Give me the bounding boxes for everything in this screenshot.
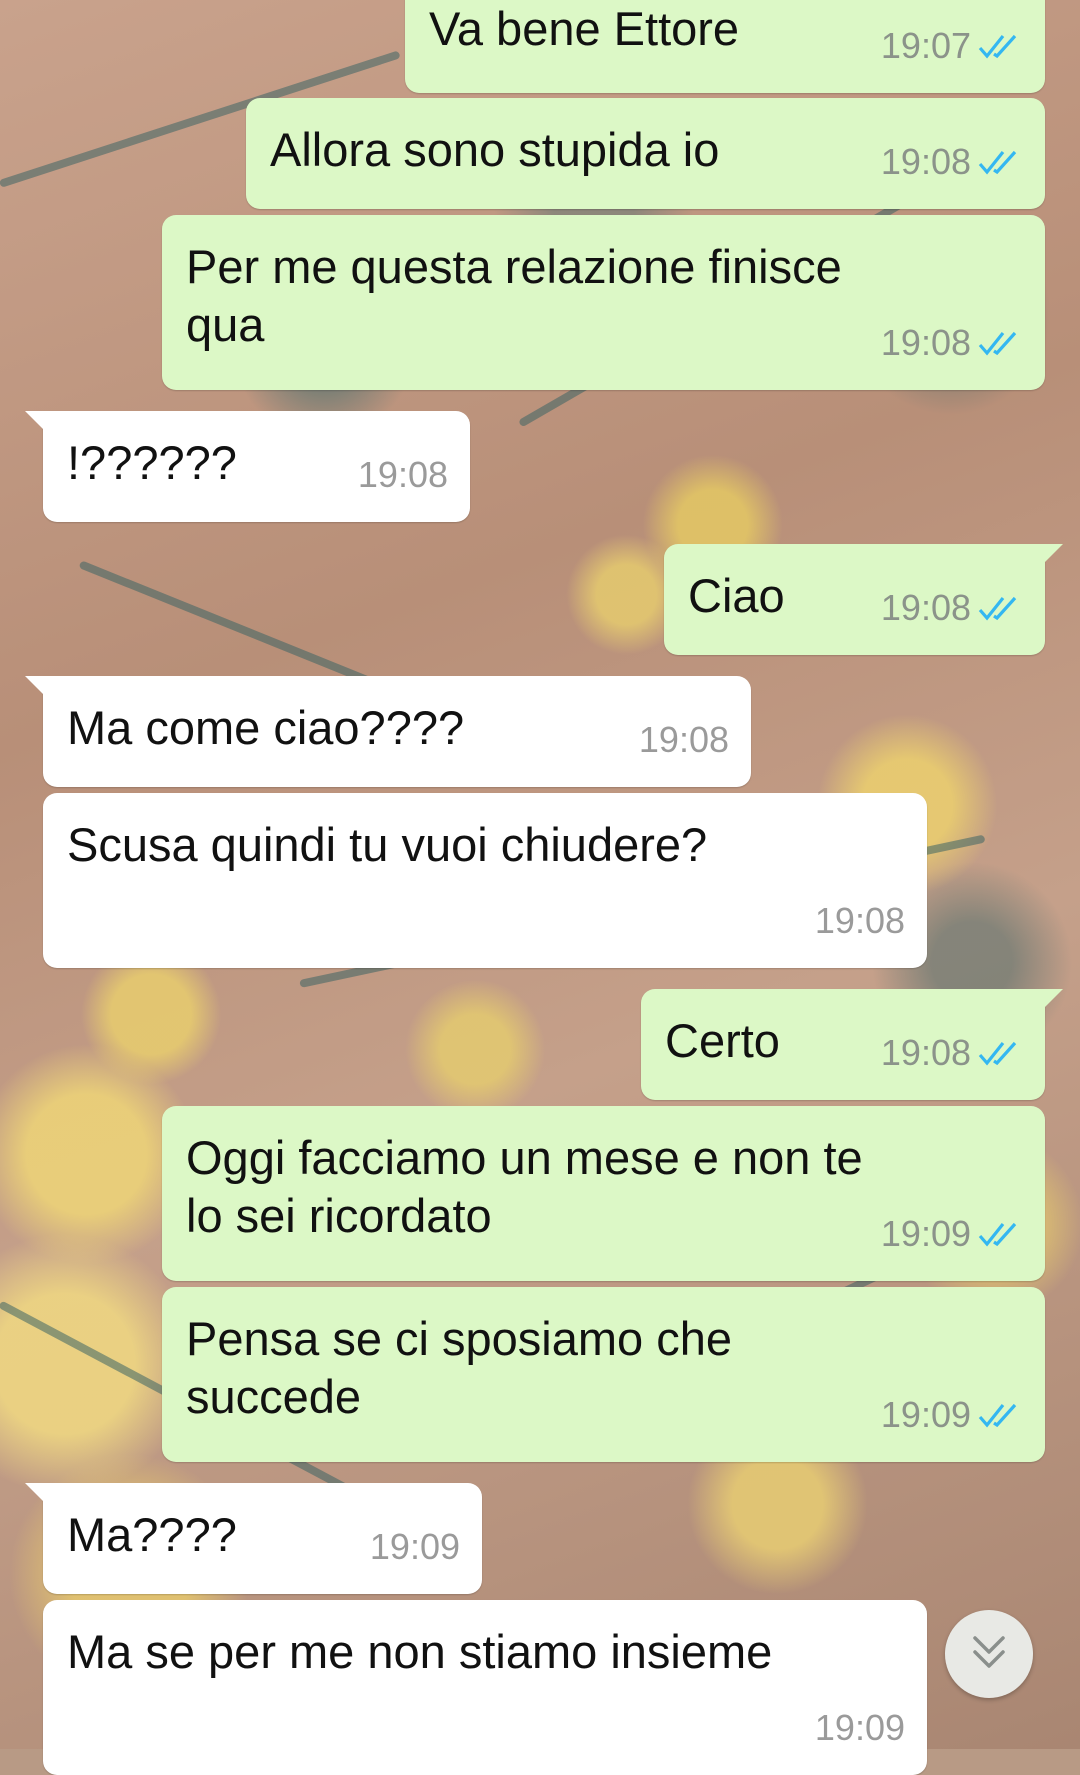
- message-text: Va bene Ettore: [429, 2, 740, 55]
- message-time: 19:08: [880, 1032, 971, 1073]
- double-check-icon: [977, 1039, 1023, 1067]
- message-time: 19:08: [880, 141, 971, 182]
- double-check-icon: [977, 329, 1023, 357]
- double-check-icon: [977, 148, 1023, 176]
- message-time: 19:09: [880, 1213, 971, 1254]
- message-time: 19:09: [814, 1707, 905, 1748]
- message-text-line: succede: [186, 1370, 362, 1423]
- message-time: 19:08: [814, 900, 905, 941]
- message-time: 19:07: [880, 25, 971, 66]
- message-text: Scusa quindi tu vuoi chiudere?: [67, 818, 708, 871]
- message-bubble-incoming[interactable]: !?????? 19:08: [25, 411, 470, 522]
- message-bubble-outgoing[interactable]: Ciao 19:08: [664, 544, 1063, 655]
- message-bubble-outgoing[interactable]: Allora sono stupida io 19:08: [246, 98, 1045, 209]
- double-check-icon: [977, 1401, 1023, 1429]
- message-bubble-incoming[interactable]: Scusa quindi tu vuoi chiudere? 19:08: [43, 793, 927, 968]
- scroll-to-bottom-button[interactable]: [945, 1610, 1033, 1698]
- message-text: !??????: [67, 436, 237, 489]
- message-bubble-incoming[interactable]: Ma???? 19:09: [25, 1483, 482, 1594]
- message-text-line: qua: [186, 298, 265, 351]
- message-text: Ma????: [67, 1508, 237, 1561]
- message-text-line: Oggi facciamo un mese e non te: [186, 1131, 863, 1184]
- message-text: Certo: [665, 1014, 780, 1067]
- double-check-icon: [977, 1220, 1023, 1248]
- message-time: 19:08: [638, 719, 729, 760]
- message-time: 19:08: [880, 587, 971, 628]
- double-check-icon: [977, 32, 1023, 60]
- message-text-line: Per me questa relazione finisce: [186, 240, 842, 293]
- message-time: 19:09: [369, 1526, 460, 1567]
- double-check-icon: [977, 594, 1023, 622]
- message-bubble-outgoing[interactable]: Oggi facciamo un mese e non te lo sei ri…: [162, 1106, 1045, 1281]
- message-text-line: Pensa se ci sposiamo che: [186, 1312, 733, 1365]
- message-time: 19:08: [880, 322, 971, 363]
- message-text: Ma come ciao????: [67, 701, 465, 754]
- message-text: Allora sono stupida io: [270, 123, 720, 176]
- message-bubble-outgoing[interactable]: Pensa se ci sposiamo che succede 19:09: [162, 1287, 1045, 1462]
- message-bubble-incoming[interactable]: Ma come ciao???? 19:08: [25, 676, 751, 787]
- message-time: 19:09: [880, 1394, 971, 1435]
- message-text: Ma se per me non stiamo insieme: [67, 1625, 773, 1678]
- double-chevron-down-icon: [967, 1630, 1011, 1679]
- message-bubble-outgoing[interactable]: Certo 19:08: [641, 989, 1063, 1100]
- message-time: 19:08: [357, 454, 448, 495]
- message-text: Ciao: [688, 569, 785, 622]
- message-list[interactable]: Va bene Ettore 19:07 Allora sono stupida…: [0, 0, 1080, 1775]
- message-text-line: lo sei ricordato: [186, 1189, 492, 1242]
- message-bubble-outgoing[interactable]: Per me questa relazione finisce qua 19:0…: [162, 215, 1045, 390]
- message-bubble-outgoing[interactable]: Va bene Ettore 19:07: [405, 0, 1045, 93]
